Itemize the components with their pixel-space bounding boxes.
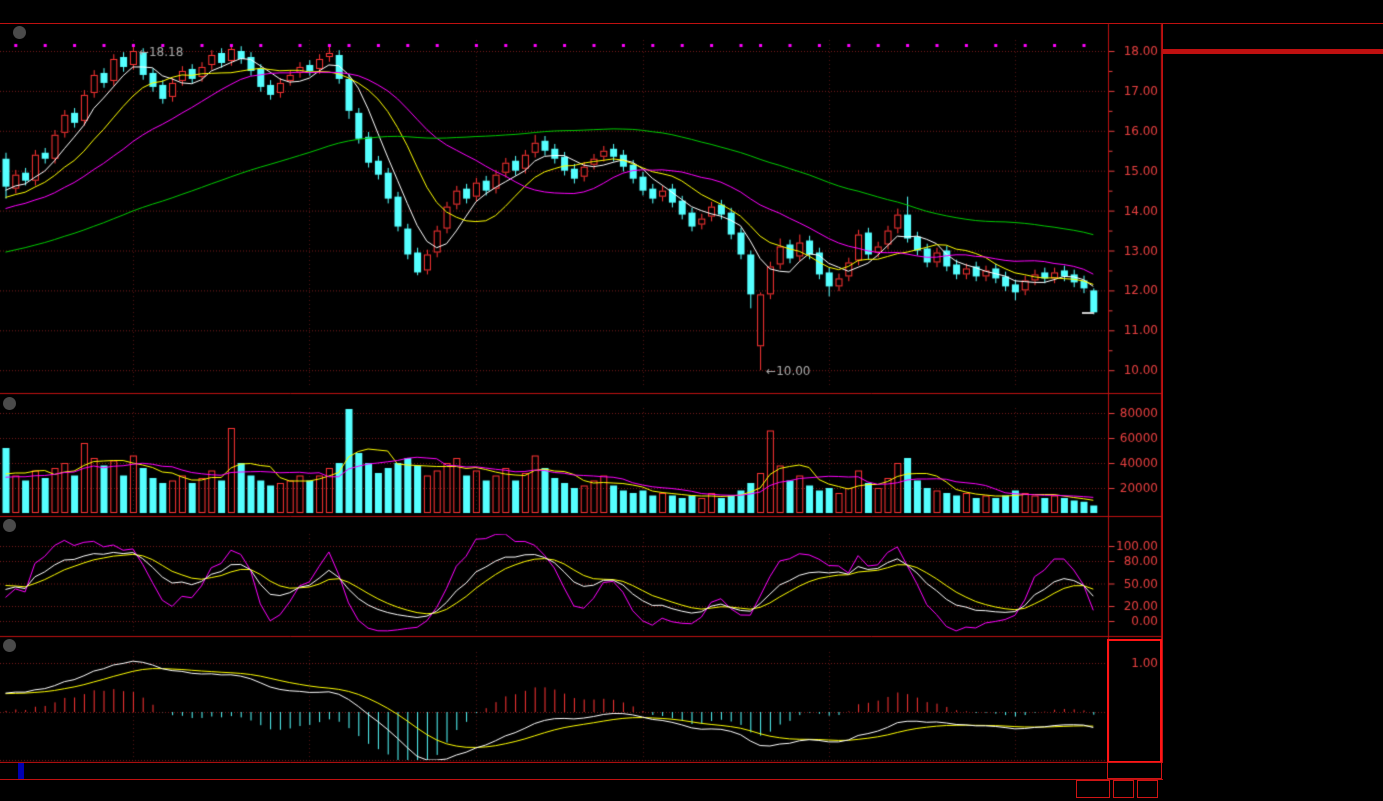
chevron-down-icon[interactable] [3, 519, 16, 532]
weicha-label [1301, 30, 1361, 49]
chevron-down-icon[interactable] [3, 639, 16, 652]
top-toolbar [0, 0, 1163, 23]
weicha-value [1361, 30, 1379, 49]
fundamental-info [1163, 53, 1383, 54]
template-button[interactable] [1076, 780, 1110, 798]
chart-canvas[interactable] [0, 0, 1162, 763]
quote-panel [1162, 0, 1383, 800]
weibi-row [1163, 30, 1383, 49]
volume-pane-header [3, 397, 66, 410]
toolbar-divider [0, 23, 1383, 24]
x-axis-row [0, 763, 1163, 779]
indicator-tabbar [0, 779, 1163, 801]
main-pane-header [3, 26, 66, 39]
zoom-in-button[interactable] [1113, 780, 1134, 798]
macd-pane-header [3, 639, 56, 652]
active-pane-indicator [1107, 639, 1162, 763]
zoom-out-button[interactable] [1137, 780, 1158, 798]
period-label-box[interactable] [1107, 762, 1162, 779]
chevron-down-icon[interactable] [13, 26, 26, 39]
date-label [18, 763, 24, 779]
kdj-pane-header [3, 519, 56, 532]
weibi-label [1167, 30, 1209, 49]
weibi-value [1209, 30, 1301, 49]
tdx-app [0, 0, 1383, 800]
chevron-down-icon[interactable] [3, 397, 16, 410]
